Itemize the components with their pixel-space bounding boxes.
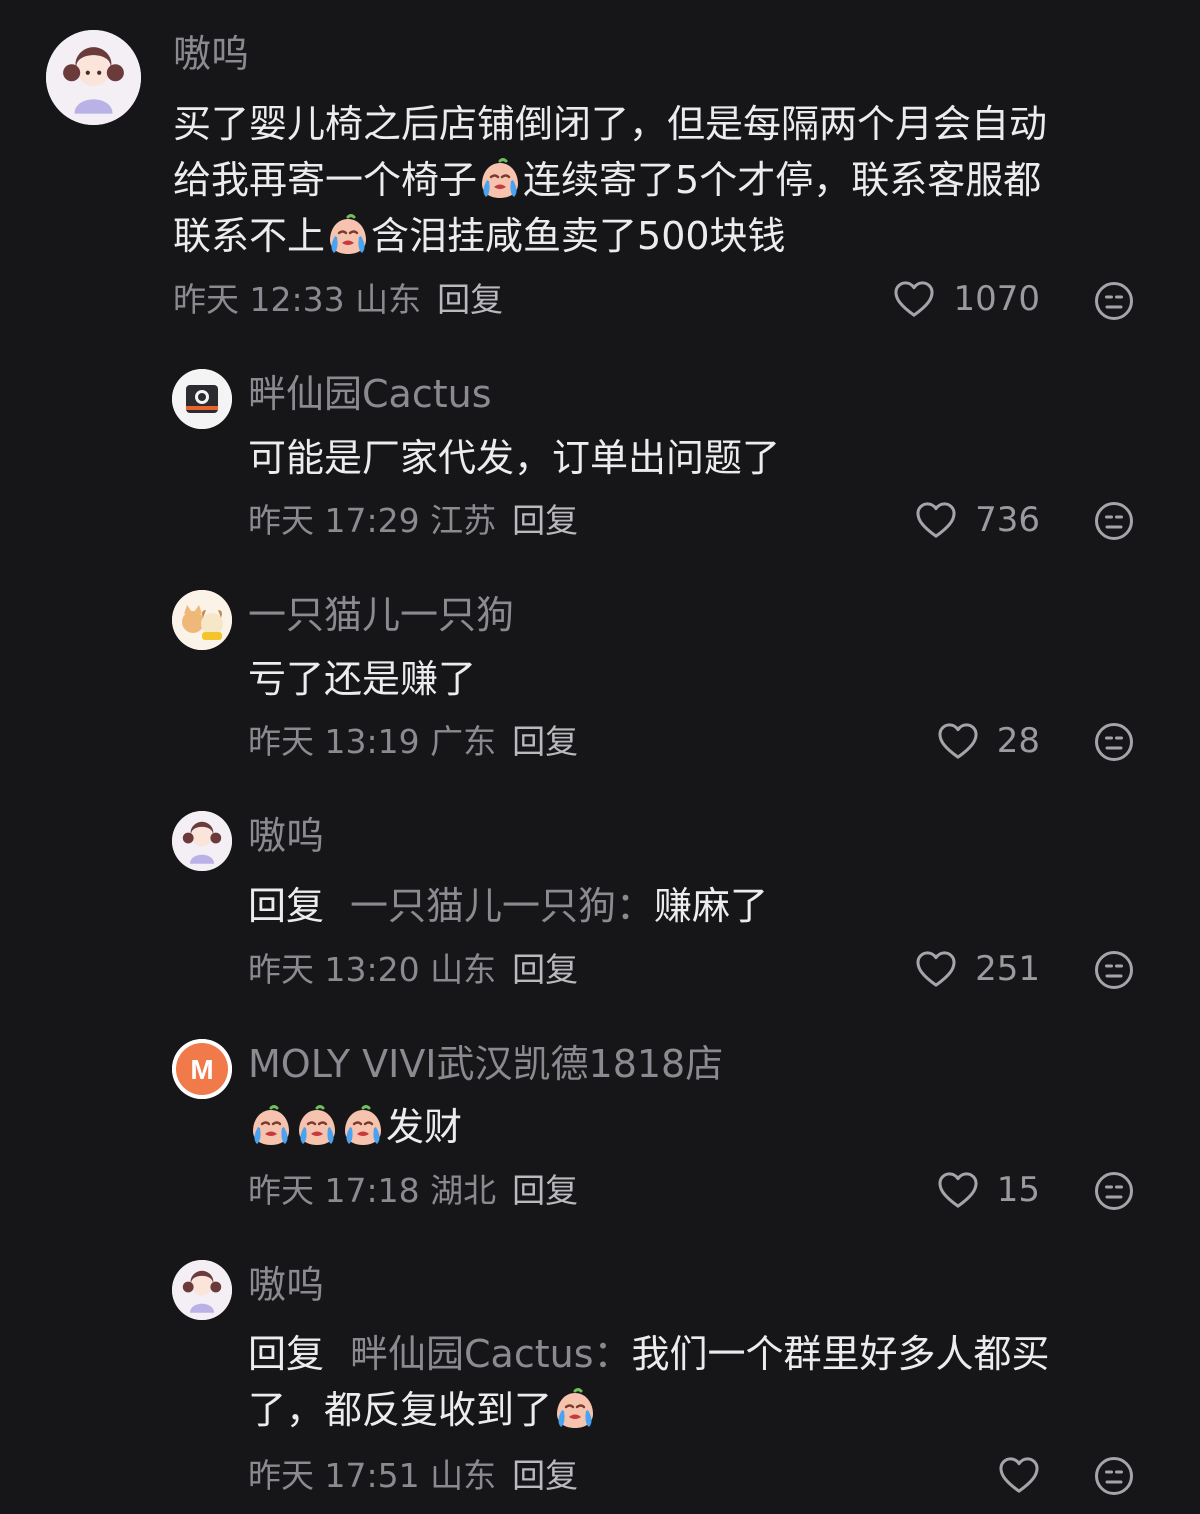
comment-meta: 昨天 17:29 江苏 回复 [248, 504, 578, 537]
like-button[interactable]: 251 [915, 950, 1040, 988]
comment-text-body: 发财 [386, 1105, 463, 1149]
comment-text-line: 联系不上 含泪挂咸鱼卖了500块钱 [173, 213, 786, 258]
reply-prefix: 回复 [248, 884, 325, 928]
timestamp-location: 昨天 13:20 山东 [248, 950, 497, 989]
like-count: 1070 [953, 279, 1040, 319]
moly-logo-avatar-icon: M [172, 1039, 232, 1099]
like-count: 28 [996, 721, 1040, 761]
comment-text: 买了婴儿椅之后店铺倒闭了，但是每隔两个月会自动 给我再寄一个椅子 连续寄了5个才停… [173, 96, 1047, 264]
like-count: 15 [996, 1170, 1040, 1210]
reply-prefix: 回复 [248, 1332, 325, 1376]
comment-meta: 昨天 17:18 湖北 回复 [248, 1174, 578, 1207]
heart-outline-icon [937, 1171, 979, 1209]
meh-face-icon[interactable] [1094, 1456, 1134, 1496]
comment-text: 亏了还是赚了 [248, 657, 477, 701]
username[interactable]: 嗷呜 [248, 1266, 324, 1304]
crying-face-emoji-icon [326, 213, 370, 257]
comment-meta: 昨天 12:33 山东 回复 [173, 283, 503, 316]
like-button[interactable]: 28 [937, 722, 1040, 760]
user-avatar[interactable] [172, 369, 232, 429]
comment-text-line: 给我再寄一个椅子 连续寄了5个才停，联系客服都 [173, 157, 1042, 202]
reply-to-user[interactable]: 一只猫儿一只狗： [350, 884, 654, 928]
username[interactable]: 畔仙园Cactus [248, 375, 492, 413]
comment-meta: 昨天 13:19 广东 回复 [248, 725, 578, 758]
crying-face-emoji-icon [295, 1104, 339, 1148]
like-button[interactable]: 15 [937, 1171, 1040, 1209]
comment-meta: 昨天 17:51 山东 回复 [248, 1459, 578, 1492]
comment-text-line: 买了婴儿椅之后店铺倒闭了，但是每隔两个月会自动 [173, 102, 1048, 146]
anime-girl-avatar-icon [172, 1260, 232, 1320]
heart-outline-icon [915, 501, 957, 539]
reply-text: 我们一个群里好多人都买 [631, 1332, 1050, 1376]
reply-button[interactable]: 回复 [512, 722, 578, 761]
meh-face-icon[interactable] [1094, 501, 1134, 541]
timestamp-location: 昨天 12:33 山东 [173, 280, 422, 319]
heart-outline-icon [915, 950, 957, 988]
comment-text: 回复 一只猫儿一只狗：赚麻了 [248, 878, 768, 934]
timestamp-location: 昨天 17:18 湖北 [248, 1171, 497, 1210]
user-avatar[interactable] [172, 1260, 232, 1320]
comment-text: 回复 畔仙园Cactus：我们一个群里好多人都买 了，都反复收到了 [248, 1326, 1050, 1438]
like-count: 251 [975, 949, 1040, 989]
timestamp-location: 昨天 13:19 广东 [248, 722, 497, 761]
meh-face-icon[interactable] [1094, 722, 1134, 762]
cat-and-dog-avatar-icon [172, 590, 232, 650]
crying-face-emoji-icon [341, 1104, 385, 1148]
comment-meta: 昨天 13:20 山东 回复 [248, 953, 578, 986]
user-avatar[interactable] [172, 811, 232, 871]
timestamp-location: 昨天 17:29 江苏 [248, 501, 497, 540]
username[interactable]: 嗷呜 [248, 817, 324, 855]
user-avatar[interactable]: M [172, 1039, 232, 1099]
user-avatar[interactable] [46, 30, 141, 125]
heart-outline-icon [937, 722, 979, 760]
username[interactable]: 一只猫儿一只狗 [248, 596, 514, 634]
reply-button[interactable]: 回复 [437, 280, 503, 319]
camera-avatar-icon [172, 369, 232, 429]
anime-girl-avatar-icon [46, 30, 141, 125]
user-avatar[interactable] [172, 590, 232, 650]
meh-face-icon[interactable] [1094, 950, 1134, 990]
meh-face-icon[interactable] [1094, 281, 1134, 321]
like-button[interactable]: 736 [915, 501, 1040, 539]
comment-text-line: 了，都反复收到了 [248, 1382, 1050, 1438]
timestamp-location: 昨天 17:51 山东 [248, 1456, 497, 1495]
crying-face-emoji-icon [553, 1387, 597, 1431]
like-count: 736 [975, 500, 1040, 540]
reply-text: 了，都反复收到了 [248, 1388, 553, 1432]
svg-text:M: M [190, 1054, 213, 1085]
like-button[interactable]: 1070 [893, 280, 1040, 318]
reply-button[interactable]: 回复 [512, 950, 578, 989]
reply-button[interactable]: 回复 [512, 1456, 578, 1495]
comment-text: 可能是厂家代发，订单出问题了 [248, 436, 781, 480]
reply-button[interactable]: 回复 [512, 501, 578, 540]
meh-face-icon[interactable] [1094, 1171, 1134, 1211]
reply-text: 赚麻了 [654, 884, 769, 928]
like-button[interactable] [998, 1456, 1040, 1494]
heart-outline-icon [893, 280, 935, 318]
heart-outline-icon [998, 1456, 1040, 1494]
crying-face-emoji-icon [249, 1104, 293, 1148]
comment-text: 发财 [248, 1099, 462, 1155]
username[interactable]: 嗷呜 [173, 35, 249, 73]
reply-to-user[interactable]: 畔仙园Cactus： [350, 1332, 632, 1376]
username[interactable]: MOLY VIVI武汉凯德1818店 [248, 1045, 723, 1083]
comment-text-line: 回复 畔仙园Cactus：我们一个群里好多人都买 [248, 1326, 1050, 1382]
anime-girl-avatar-icon [172, 811, 232, 871]
reply-button[interactable]: 回复 [512, 1171, 578, 1210]
crying-face-emoji-icon [478, 157, 522, 201]
